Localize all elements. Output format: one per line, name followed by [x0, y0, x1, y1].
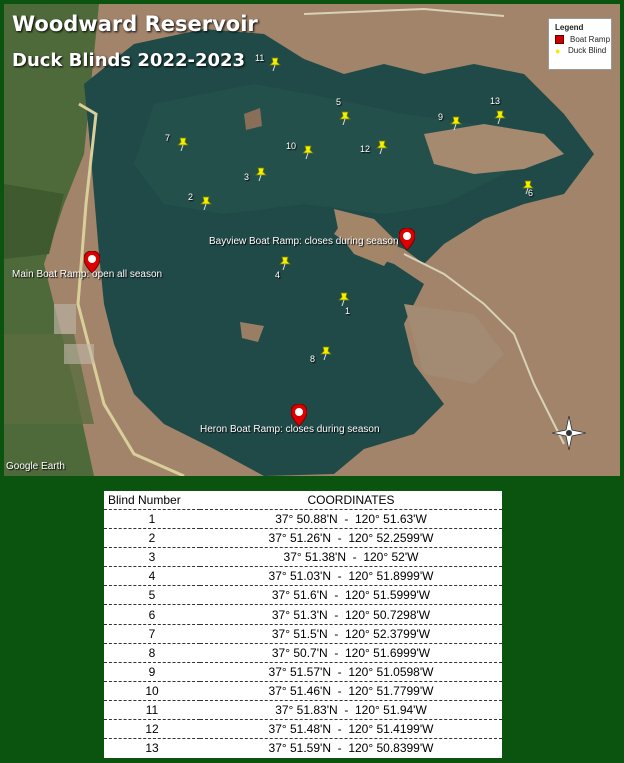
pushpin-icon [269, 57, 281, 71]
coordinates-table: Blind Number COORDINATES 1 37° 50.88'N - … [104, 491, 502, 758]
table-row: 11 37° 51.83'N - 120° 51.94'W [104, 699, 502, 720]
table-header-row: Blind Number COORDINATES [104, 491, 502, 510]
table-row: 9 37° 51.57'N - 120° 51.0598'W [104, 661, 502, 682]
legend-item-duck-blind: ● Duck Blind [555, 46, 611, 55]
table-row: 13 37° 51.59'N - 120° 50.8399'W [104, 738, 502, 758]
pushpin-icon: ● [555, 45, 561, 56]
blind-number-cell: 4 [104, 566, 200, 586]
table-row: 12 37° 51.48'N - 120° 51.4199'W [104, 719, 502, 739]
map-legend: Legend Boat Ramp ● Duck Blind [548, 18, 612, 70]
coordinates-cell: 37° 51.83'N - 120° 51.94'W [200, 699, 502, 720]
blind-number-cell: 12 [104, 719, 200, 739]
blind-number-cell: 6 [104, 604, 200, 625]
col-header-coordinates: COORDINATES [307, 493, 395, 507]
duck-blind-pin[interactable] [376, 140, 388, 154]
pushpin-icon [177, 137, 189, 151]
blind-number-cell: 1 [104, 508, 200, 529]
satellite-map[interactable]: Woodward Reservoir Duck Blinds 2022-2023… [4, 4, 620, 476]
pushpin-icon [200, 196, 212, 210]
duck-blind-label: 5 [336, 97, 342, 107]
blind-number-cell: 11 [104, 699, 200, 720]
pushpin-icon [494, 110, 506, 124]
pushpin-icon [302, 145, 314, 159]
boat-ramp-marker[interactable] [291, 404, 307, 426]
table-row: 6 37° 51.3'N - 120° 50.7298'W [104, 604, 502, 625]
duck-blind-label: 9 [438, 112, 444, 122]
table-row: 4 37° 51.03'N - 120° 51.8999'W [104, 566, 502, 586]
legend-label: Boat Ramp [570, 35, 611, 44]
pushpin-icon [255, 167, 267, 181]
pushpin-icon [339, 111, 351, 125]
coordinates-cell: 37° 50.88'N - 120° 51.63'W [200, 508, 502, 529]
table-row: 2 37° 51.26'N - 120° 52.2599'W [104, 528, 502, 548]
duck-blind-label: 4 [275, 270, 281, 280]
coordinates-cell: 37° 51.38'N - 120° 52'W [200, 547, 502, 567]
pushpin-icon [279, 256, 291, 270]
table-row: 3 37° 51.38'N - 120° 52'W [104, 547, 502, 567]
col-header-blind-number: Blind Number [108, 493, 181, 507]
duck-blind-label: 2 [188, 192, 194, 202]
table-row: 1 37° 50.88'N - 120° 51.63'W [104, 508, 502, 529]
duck-blind-pin[interactable] [177, 137, 189, 151]
duck-blind-pin[interactable] [339, 111, 351, 125]
duck-blind-pin[interactable] [320, 346, 332, 360]
pushpin-icon [338, 292, 350, 306]
pushpin-icon [376, 140, 388, 154]
blind-number-cell: 3 [104, 547, 200, 567]
duck-blind-pin[interactable] [338, 292, 350, 306]
coordinates-cell: 37° 51.5'N - 120° 52.3799'W [200, 623, 502, 644]
boat-ramp-marker[interactable] [399, 228, 415, 250]
pushpin-icon [320, 346, 332, 360]
coordinates-cell: 37° 51.6'N - 120° 51.5999'W [200, 585, 502, 605]
duck-blind-pin[interactable] [494, 110, 506, 124]
blind-number-cell: 9 [104, 661, 200, 682]
table-row: 10 37° 51.46'N - 120° 51.7799'W [104, 680, 502, 701]
duck-blind-pin[interactable] [200, 196, 212, 210]
bayview-ramp-label: Bayview Boat Ramp: closes during season [209, 236, 399, 247]
coordinates-cell: 37° 51.46'N - 120° 51.7799'W [200, 680, 502, 701]
coordinates-cell: 37° 50.7'N - 120° 51.6999'W [200, 642, 502, 663]
map-attribution: Google Earth [6, 461, 65, 472]
legend-label: Duck Blind [568, 46, 607, 55]
table-row: 7 37° 51.5'N - 120° 52.3799'W [104, 623, 502, 644]
blind-number-cell: 8 [104, 642, 200, 663]
blind-number-cell: 2 [104, 528, 200, 548]
blind-number-cell: 10 [104, 680, 200, 701]
map-subtitle: Duck Blinds 2022-2023 [12, 50, 246, 71]
blind-number-cell: 5 [104, 585, 200, 605]
duck-blind-label: 11 [255, 53, 265, 63]
coordinates-cell: 37° 51.26'N - 120° 52.2599'W [200, 528, 502, 548]
coordinates-cell: 37° 51.57'N - 120° 51.0598'W [200, 661, 502, 682]
duck-blind-pin[interactable] [450, 116, 462, 130]
blind-number-cell: 7 [104, 623, 200, 644]
table-row: 8 37° 50.7'N - 120° 51.6999'W [104, 642, 502, 663]
blind-number-cell: 13 [104, 738, 200, 758]
duck-blind-label: 7 [165, 133, 171, 143]
duck-blind-label: 8 [310, 354, 316, 364]
compass-rose-icon [552, 416, 586, 450]
duck-blind-label: 10 [286, 141, 297, 151]
map-title: Woodward Reservoir [12, 12, 258, 36]
main-ramp-label: Main Boat Ramp: open all season [12, 269, 163, 280]
duck-blind-label: 1 [345, 306, 351, 316]
duck-blind-pin[interactable] [269, 57, 281, 71]
coordinates-cell: 37° 51.03'N - 120° 51.8999'W [200, 566, 502, 586]
duck-blind-pin[interactable] [255, 167, 267, 181]
coordinates-cell: 37° 51.3'N - 120° 50.7298'W [200, 604, 502, 625]
boat-ramp-icon [555, 35, 564, 44]
duck-blind-label: 3 [244, 172, 250, 182]
legend-title: Legend [555, 23, 584, 32]
coordinates-cell: 37° 51.48'N - 120° 51.4199'W [200, 719, 502, 739]
duck-blind-pin[interactable] [302, 145, 314, 159]
coordinates-cell: 37° 51.59'N - 120° 50.8399'W [200, 738, 502, 758]
duck-blind-label: 6 [528, 188, 534, 198]
duck-blind-label: 12 [360, 144, 371, 154]
duck-blind-label: 13 [490, 96, 501, 106]
duck-blind-pin[interactable] [279, 256, 291, 270]
heron-ramp-label: Heron Boat Ramp: closes during season [200, 424, 380, 435]
legend-item-boat-ramp: Boat Ramp [555, 35, 611, 44]
pushpin-icon [450, 116, 462, 130]
table-row: 5 37° 51.6'N - 120° 51.5999'W [104, 585, 502, 605]
